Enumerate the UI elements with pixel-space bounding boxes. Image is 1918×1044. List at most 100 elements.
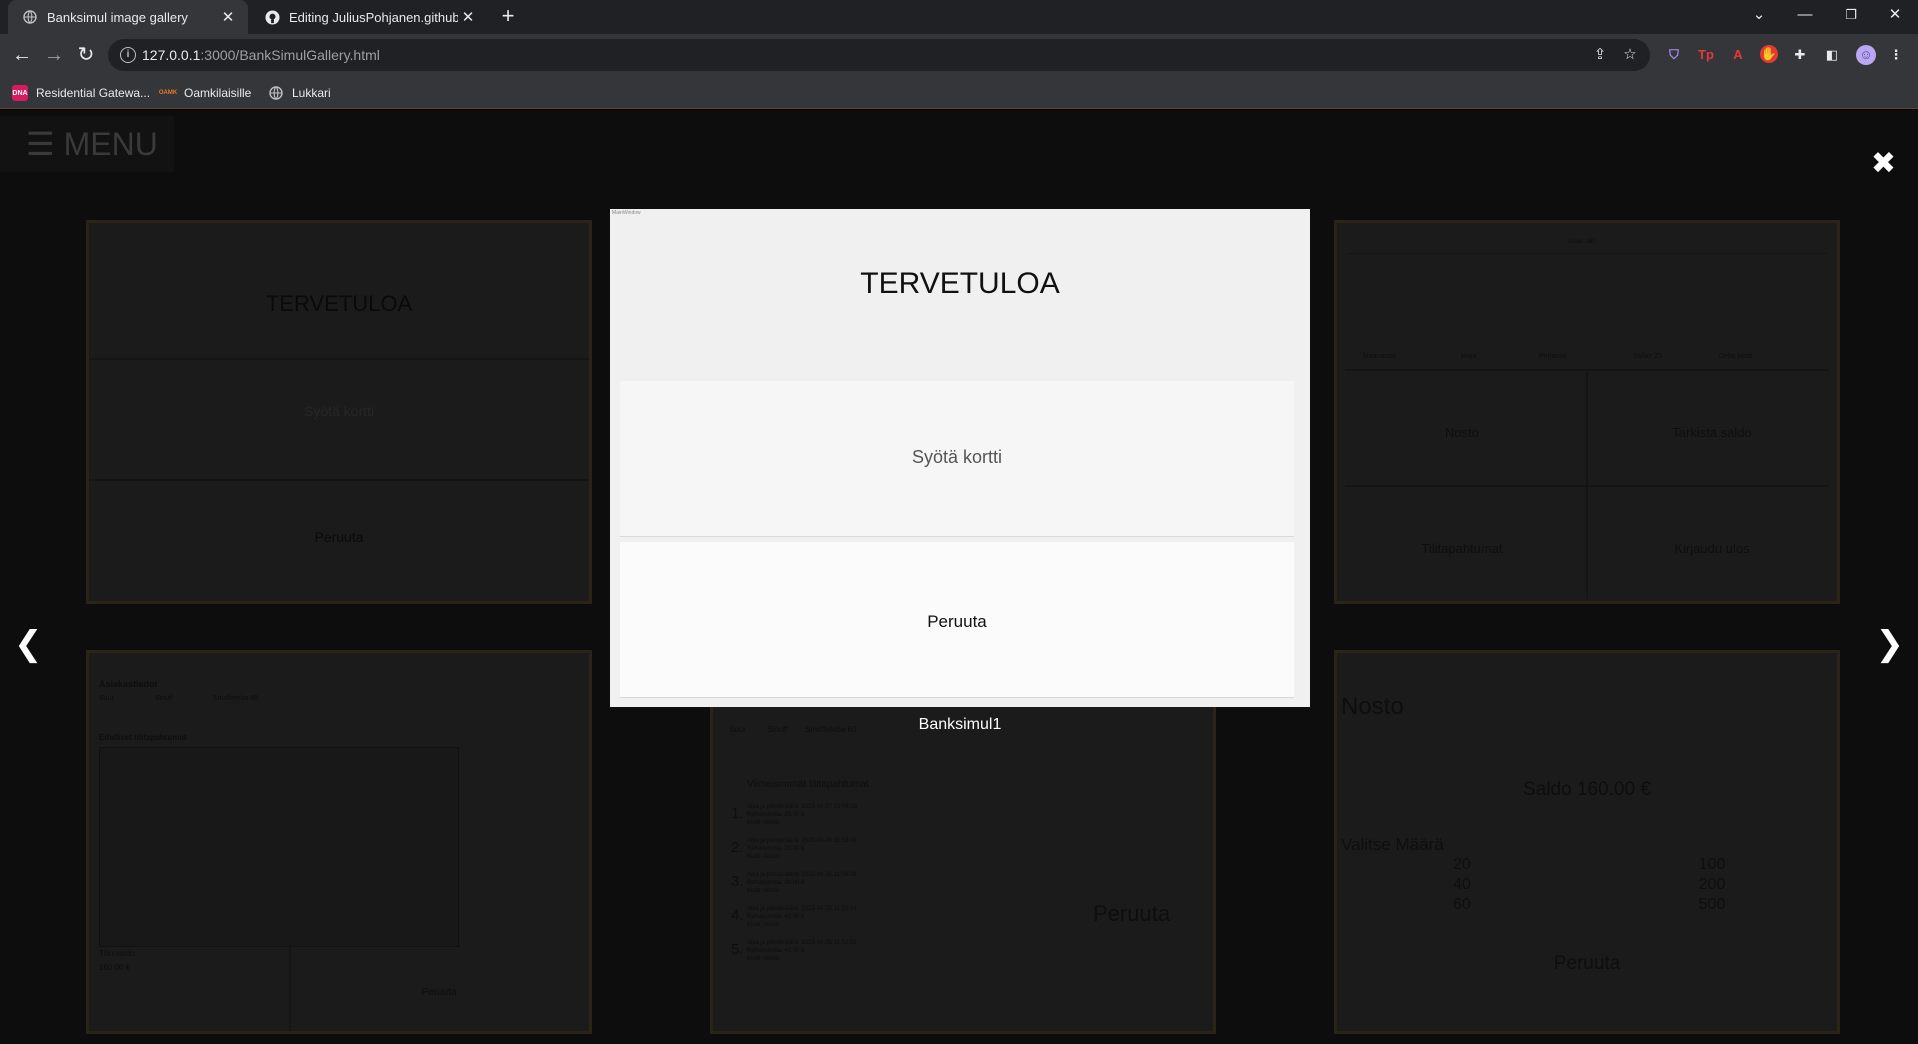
thumb-title: TERVETULOA (265, 291, 413, 316)
gallery-thumb-2[interactable]: Saldo: 160 Maanantai Maja Perjantai Sall… (1334, 220, 1840, 604)
thumb-label: Perjantai (1539, 353, 1567, 360)
url-text[interactable]: 127.0.0.1:3000/BankSimulGallery.html (142, 47, 380, 63)
new-tab-button[interactable]: + (496, 5, 520, 29)
globe-icon (22, 9, 38, 25)
minimize-button[interactable]: — (1782, 0, 1828, 30)
browser-toolbar: ← → ↻ i 127.0.0.1:3000/BankSimulGallery.… (0, 34, 1918, 76)
extension-hand-icon[interactable]: ✋ (1760, 45, 1778, 63)
reload-button[interactable]: ↻ (72, 41, 100, 69)
thumb-cancel: Peruuta (314, 529, 364, 545)
thumb-button-saldo: Tarkista saldo (1672, 425, 1752, 440)
next-arrow-icon[interactable]: ❯ (1876, 624, 1905, 664)
window-title: MainWindow (612, 210, 641, 216)
transaction-row: Aika ja päivämäärä: 2023-04-27 13:06:16 R… (747, 804, 858, 826)
extension-shield-icon[interactable]: ⛉ (1664, 45, 1684, 65)
browser-menu-icon[interactable]: ⋮ (1886, 45, 1906, 65)
address-bar[interactable]: i 127.0.0.1:3000/BankSimulGallery.html ⇪… (108, 39, 1650, 71)
amount-column-left: 20 40 60 (1453, 856, 1471, 913)
thumb-title: Asiakastiedot (99, 679, 158, 689)
gallery-thumb-4[interactable]: Suur Sinuff Smsffeteba 60 Viimeisimmät t… (710, 650, 1216, 1034)
thumb-button-nosto: Nosto (1445, 425, 1479, 440)
globe-icon (268, 85, 284, 101)
row-number: 1. (731, 805, 744, 822)
thumb-balance-label: Tilin saldo: (99, 949, 137, 958)
tab-title: Banksimul image gallery (47, 9, 188, 25)
gallery-thumb-3[interactable]: Asiakastiedot Suur Sinuff Smsffeteba 60 … (86, 650, 592, 1034)
thumb-choose-amount: Valitse Määrä (1341, 835, 1444, 854)
divider (1586, 369, 1588, 599)
image-caption: Banksimul1 (918, 716, 1002, 733)
thumb-label: Sinuff (155, 695, 173, 702)
bookmark-residential-gateway[interactable]: DNA Residential Gatewa... (12, 83, 150, 103)
thumb-button-logout: Kirjaudu ulos (1674, 541, 1750, 556)
thumb-title: Nosto (1341, 693, 1404, 720)
thumb-button-tilitapahtumat: Tilitapahtumat (1421, 541, 1503, 556)
thumb-label: Smsffeteba 60 (213, 695, 259, 702)
thumb-saldo: Saldo 160.00 € (1523, 779, 1651, 800)
bookmarks-bar: DNA Residential Gatewa... OAMK Oamkilais… (0, 76, 1918, 109)
close-tab-icon[interactable]: ✕ (218, 8, 238, 26)
transaction-row: Aika ja päivämäärä: 2023-04-25 11:52:24 R… (747, 906, 857, 928)
close-window-button[interactable]: ✕ (1872, 0, 1918, 30)
divider (1347, 253, 1827, 254)
gallery-thumb-1[interactable]: TERVETULOA Syötä kortti Peruuta (86, 220, 592, 604)
tab-title: Editing JuliusPohjanen.github.io/ (289, 9, 458, 25)
thumb-label: Maja (1461, 353, 1477, 360)
amount-column-right: 100 200 500 (1698, 856, 1726, 913)
row-number: 2. (731, 839, 744, 856)
row-number: 4. (731, 907, 744, 924)
transaction-row: Aika ja päivämäärä: 2023-04-26 11:53:41 R… (747, 838, 857, 860)
extension-pdf-icon[interactable]: A (1728, 45, 1748, 65)
cancel-button: Peruuta (620, 542, 1294, 698)
thumb-subtitle: Edelliset tilitapahtumat (99, 733, 187, 742)
thumb-label: Sallan 25 (1633, 353, 1663, 360)
prev-arrow-icon[interactable]: ❮ (14, 624, 43, 664)
site-info-icon[interactable]: i (120, 47, 136, 63)
bookmark-oamkilaisille[interactable]: OAMK Oamkilaisille (158, 83, 252, 103)
gallery-thumb-5[interactable]: Nosto Saldo 160.00 € Valitse Määrä 20 40 6… (1334, 650, 1840, 1034)
github-icon (264, 9, 280, 25)
extension-tp-icon[interactable]: Tp (1696, 45, 1716, 65)
tab-strip: Banksimul image gallery ✕ Editing Julius… (0, 0, 1918, 34)
extensions-puzzle-icon[interactable]: ✚ (1790, 45, 1810, 65)
tab-banksimul-gallery[interactable]: Banksimul image gallery ✕ (8, 0, 248, 34)
thumb-subtitle: Viimeisimmät tilitapahtumat (747, 779, 869, 790)
close-tab-icon[interactable]: ✕ (458, 8, 478, 26)
menu-button[interactable]: ☰ MENU (0, 116, 174, 172)
insert-card-button: Syötä kortti (620, 381, 1294, 537)
row-number: 5. (731, 941, 744, 958)
profile-avatar[interactable]: ☺ (1856, 45, 1876, 65)
bookmark-lukkari[interactable]: Lukkari (268, 83, 331, 103)
thumb-header: Saldo: 160 (1567, 239, 1596, 245)
transaction-row: Aika ja päivämäärä: 2023-04-25 11:52:15 R… (747, 940, 857, 962)
row-number: 3. (731, 873, 744, 890)
lightbox-image[interactable]: MainWindow TERVETULOA Syötä kortti Peruu… (610, 209, 1310, 707)
thumb-label: Suur (99, 695, 114, 702)
gallery-page: ☰ MENU TERVETULOA Syötä kortti Peruuta S… (0, 110, 1918, 1044)
divider (89, 479, 589, 481)
insert-card-label: Syötä kortti (911, 447, 1003, 467)
divider (1345, 485, 1829, 487)
transactions-list (99, 747, 459, 947)
tab-search-icon[interactable]: ⌄ (1736, 0, 1782, 30)
thumb-cancel: Peruuta (421, 987, 457, 998)
thumb-insert-card: Syötä kortti (303, 403, 375, 419)
back-button[interactable]: ← (8, 41, 36, 69)
divider (89, 358, 589, 360)
thumb-label: Delta kortti (1719, 353, 1753, 360)
restore-button[interactable]: ❐ (1828, 0, 1874, 30)
bookmark-star-icon[interactable]: ☆ (1620, 45, 1640, 65)
thumb-cancel: Peruuta (1553, 953, 1621, 974)
dna-logo-icon: DNA (12, 85, 28, 101)
welcome-title: TERVETULOA (860, 267, 1060, 300)
oamk-logo-icon: OAMK (158, 90, 178, 96)
thumb-label: Maanantai (1363, 353, 1396, 360)
close-lightbox-icon[interactable]: ✖ (1871, 146, 1896, 181)
forward-button[interactable]: → (40, 41, 68, 69)
side-panel-icon[interactable]: ◧ (1822, 45, 1842, 65)
cancel-label: Peruuta (927, 612, 987, 631)
transaction-row: Aika ja päivämäärä: 2023-04-25 11:58:28 R… (747, 872, 857, 894)
thumb-cancel: Peruuta (1093, 901, 1171, 926)
tab-editing-github[interactable]: Editing JuliusPohjanen.github.io/ ✕ (250, 0, 488, 34)
share-icon[interactable]: ⇪ (1590, 45, 1610, 65)
